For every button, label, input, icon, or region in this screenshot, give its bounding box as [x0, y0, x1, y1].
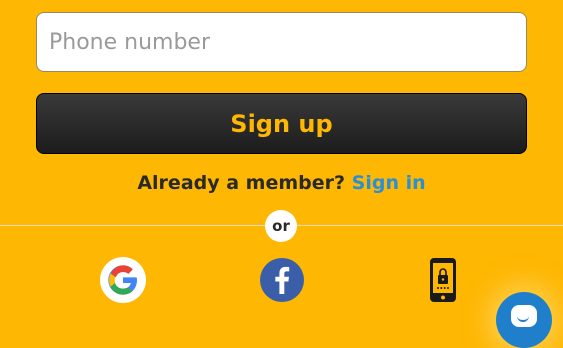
phone-number-input[interactable]: [36, 12, 527, 72]
phone-login-button[interactable]: [420, 257, 466, 303]
google-login-button[interactable]: [100, 257, 146, 303]
or-separator: or: [265, 210, 297, 242]
chat-bubble-icon: [511, 305, 537, 327]
sign-up-button[interactable]: Sign up: [36, 93, 527, 154]
facebook-login-button[interactable]: [259, 257, 305, 303]
already-member-line: Already a member? Sign in: [0, 172, 563, 194]
google-icon: [108, 265, 137, 295]
already-member-text: Already a member?: [137, 172, 346, 194]
facebook-icon: [260, 258, 304, 302]
sign-in-link[interactable]: Sign in: [352, 172, 426, 194]
chat-smile-mark: [517, 315, 529, 322]
phone-lock-icon: [430, 258, 456, 302]
chat-support-button[interactable]: [496, 292, 552, 348]
